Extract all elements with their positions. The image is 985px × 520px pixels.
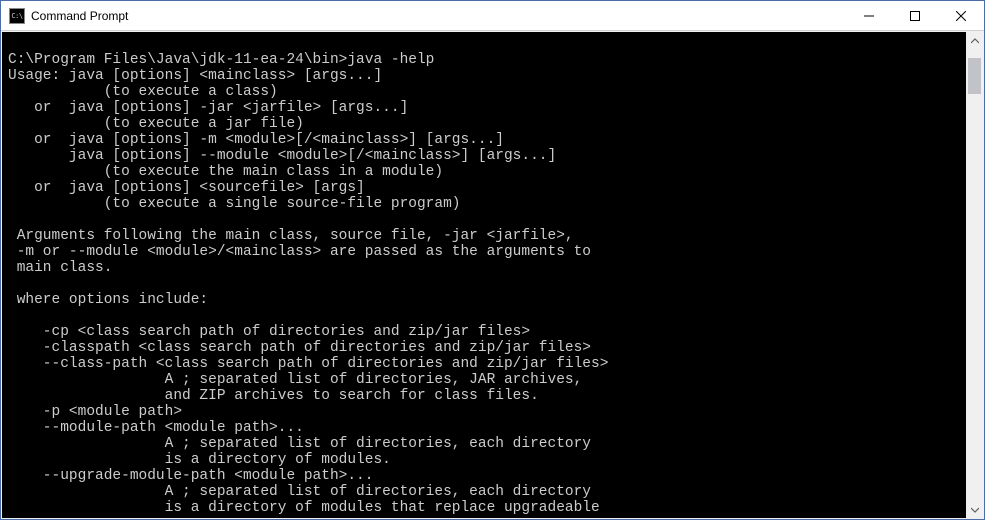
scroll-thumb[interactable] (968, 58, 981, 94)
scroll-up-button[interactable] (966, 32, 983, 49)
window-title: Command Prompt (31, 9, 846, 23)
minimize-button[interactable] (846, 1, 892, 30)
titlebar[interactable]: C:\ Command Prompt (1, 1, 984, 31)
app-icon: C:\ (9, 8, 25, 24)
minimize-icon (864, 11, 874, 21)
scroll-down-button[interactable] (966, 501, 983, 518)
command-prompt-window: C:\ Command Prompt C:\Program Files\Java… (0, 0, 985, 520)
maximize-icon (910, 11, 920, 21)
close-button[interactable] (938, 1, 984, 30)
terminal-output[interactable]: C:\Program Files\Java\jdk-11-ea-24\bin>j… (2, 32, 966, 518)
close-icon (956, 11, 966, 21)
vertical-scrollbar[interactable] (966, 32, 983, 518)
client-area: C:\Program Files\Java\jdk-11-ea-24\bin>j… (1, 31, 984, 519)
chevron-down-icon (971, 506, 979, 514)
window-controls (846, 1, 984, 30)
chevron-up-icon (971, 37, 979, 45)
maximize-button[interactable] (892, 1, 938, 30)
